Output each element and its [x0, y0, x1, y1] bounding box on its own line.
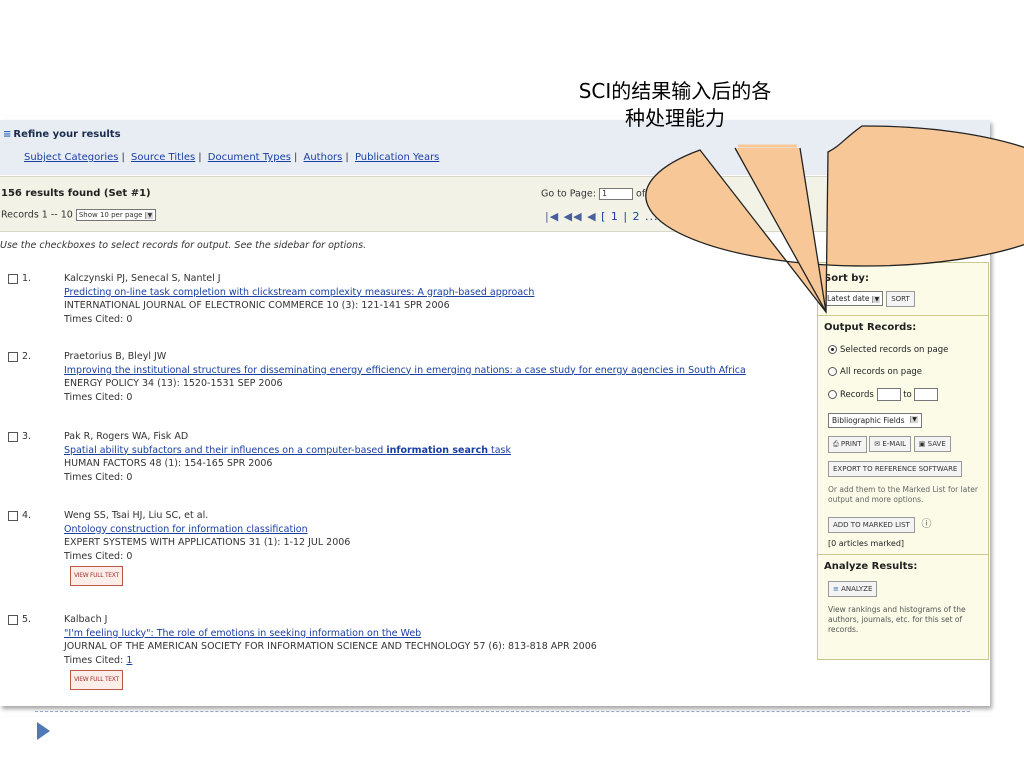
print-button[interactable]: ⎙ PRINT	[828, 436, 867, 453]
refine-link-source-titles[interactable]: Source Titles	[131, 152, 195, 163]
times-cited: Times Cited: 0	[64, 471, 133, 483]
times-cited: Times Cited: 0	[64, 313, 133, 325]
records-range: Records 1 -- 10 Show 10 per page ▼	[1, 209, 157, 221]
record-checkbox[interactable]	[8, 274, 18, 284]
record-source: JOURNAL OF THE AMERICAN SOCIETY FOR INFO…	[64, 641, 597, 652]
more-choices-link[interactable]: more choices	[905, 152, 972, 163]
slide-divider	[35, 711, 970, 712]
view-full-text-button[interactable]: VIEW FULL TEXT	[70, 566, 123, 586]
record-title-link[interactable]: "I'm feeling lucky": The role of emotion…	[64, 627, 784, 641]
refine-links: Subject Categories | Source Titles | Docum…	[24, 152, 440, 163]
analyze-icon: ≡	[833, 585, 839, 593]
instructions-text: Use the checkboxes to select records for…	[0, 240, 367, 251]
callout-text: SCI的结果输入后的各 种处理能力	[578, 79, 772, 130]
goto-page: Go to Page: 1 of 16 GO	[541, 188, 681, 200]
record-title-link[interactable]: Ontology construction for information cl…	[64, 523, 784, 537]
record-title-link[interactable]: Spatial ability subfactors and their inf…	[64, 444, 784, 458]
record-authors: Pak R, Rogers WA, Fisk AD	[64, 431, 189, 442]
first-page-icon[interactable]: |◀	[545, 210, 559, 223]
record-source: HUMAN FACTORS 48 (1): 154-165 SPR 2006	[64, 458, 273, 469]
per-page-select[interactable]: Show 10 per page ▼	[75, 209, 157, 221]
option-selected[interactable]: Selected records on page	[828, 345, 948, 355]
output-sidebar: Sort by: Latest date ▼ SORT Output Record…	[817, 262, 989, 660]
refine-link-document-types[interactable]: Document Types	[208, 152, 291, 163]
chevron-down-icon: ▼	[872, 296, 881, 303]
sort-button[interactable]: SORT	[886, 291, 915, 307]
refine-link-subject-categories[interactable]: Subject Categories	[24, 152, 118, 163]
refine-title: ≡ Refine your results	[3, 129, 121, 140]
last-page-icon[interactable]: ▶|	[710, 210, 724, 223]
analyze-results-heading: Analyze Results:	[824, 561, 918, 572]
record-checkbox[interactable]	[8, 615, 18, 625]
chevron-down-icon: ▼	[145, 212, 154, 219]
refine-link-authors[interactable]: Authors	[304, 152, 343, 163]
marked-count: [0 articles marked]	[828, 539, 905, 548]
record-authors: Kalbach J	[64, 614, 108, 625]
results-header: 156 results found (Set #1) Records 1 -- …	[0, 176, 990, 232]
records-from-input[interactable]	[876, 388, 901, 401]
sort-select[interactable]: Latest date ▼	[824, 291, 884, 306]
fields-select[interactable]: Bibliographic Fields ▼	[828, 413, 922, 428]
prev-ten-icon[interactable]: ◀◀	[564, 210, 583, 223]
record-title-link[interactable]: Improving the institutional structures f…	[64, 364, 784, 378]
save-button[interactable]: ▣ SAVE	[913, 436, 951, 452]
output-records-heading: Output Records:	[824, 322, 917, 333]
bullet-triangle-icon	[37, 722, 50, 740]
results-count: 156 results found (Set #1)	[1, 188, 151, 199]
chevron-down-icon: ▼	[910, 416, 918, 423]
view-full-text-button[interactable]: VIEW FULL TEXT	[70, 670, 123, 690]
radio-all[interactable]	[828, 367, 837, 376]
pager-pages[interactable]: [ 1 | 2 ... ]	[601, 210, 668, 223]
record-checkbox[interactable]	[8, 352, 18, 362]
radio-selected[interactable]	[828, 345, 837, 354]
next-ten-icon[interactable]: ▶▶	[687, 210, 706, 223]
record-authors: Praetorius B, Bleyl JW	[64, 351, 167, 362]
record-authors: Kalczynski PJ, Senecal S, Nantel J	[64, 273, 221, 284]
printer-icon: ⎙	[833, 440, 839, 448]
add-to-marked-list-button[interactable]: ADD TO MARKED LIST	[828, 517, 915, 533]
analyze-button[interactable]: ≡ ANALYZE	[828, 581, 878, 597]
record-source: EXPERT SYSTEMS WITH APPLICATIONS 31 (1):…	[64, 537, 351, 548]
record-title-link[interactable]: Predicting on-line task completion with …	[64, 286, 784, 300]
times-cited: Times Cited: 0	[64, 550, 133, 562]
envelope-icon: ✉	[874, 440, 881, 448]
next-page-icon[interactable]: ▶	[673, 210, 682, 223]
option-all[interactable]: All records on page	[828, 367, 922, 377]
prev-page-icon[interactable]: ◀	[587, 210, 596, 223]
record-source: ENERGY POLICY 34 (13): 1520-1531 SEP 200…	[64, 378, 283, 389]
refine-link-publication-years[interactable]: Publication Years	[355, 152, 439, 163]
record-authors: Weng SS, Tsai HJ, Liu SC, et al.	[64, 510, 209, 521]
times-cited: Times Cited: 1	[64, 654, 133, 666]
email-button[interactable]: ✉ E-MAIL	[869, 436, 912, 452]
pager: |◀ ◀◀ ◀ [ 1 | 2 ... ] ▶ ▶▶ ▶|	[545, 210, 724, 223]
record-checkbox[interactable]	[8, 511, 18, 521]
info-icon[interactable]: ⓘ	[922, 519, 932, 530]
go-button[interactable]: GO	[663, 189, 681, 199]
sci-results-screenshot: ≡ Refine your results Subject Categories |…	[0, 120, 990, 706]
record-source: INTERNATIONAL JOURNAL OF ELECTRONIC COMM…	[64, 300, 450, 311]
times-cited: Times Cited: 0	[64, 391, 133, 403]
radio-records[interactable]	[828, 390, 837, 399]
page-number-input[interactable]: 1	[598, 188, 633, 200]
record-checkbox[interactable]	[8, 432, 18, 442]
disk-icon: ▣	[918, 440, 926, 448]
analyze-note: View rankings and histograms of the auth…	[828, 605, 966, 634]
sort-by-heading: Sort by:	[824, 273, 869, 284]
option-range[interactable]: Records to	[828, 388, 939, 401]
funnel-icon: ≡	[3, 129, 12, 140]
records-to-input[interactable]	[914, 388, 939, 401]
marked-list-note: Or add them to the Marked List for later…	[828, 485, 978, 504]
export-reference-button[interactable]: EXPORT TO REFERENCE SOFTWARE	[828, 461, 963, 477]
